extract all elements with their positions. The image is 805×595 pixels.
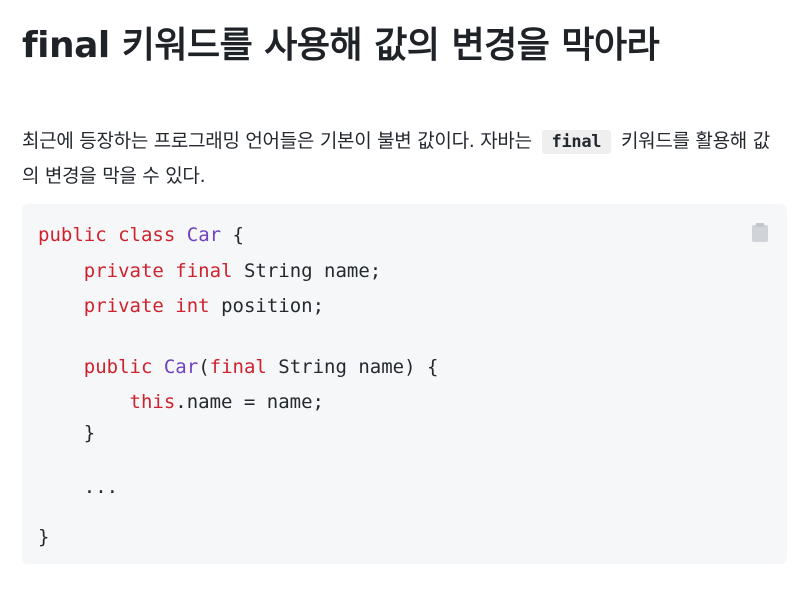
code-line: public Car(final String name) { xyxy=(38,354,439,380)
code-class-name: Car xyxy=(186,224,222,246)
paragraph: 최근에 등장하는 프로그래밍 언어들은 기본이 불변 값이다. 자바는 fina… xyxy=(22,124,782,194)
code-line: private final String name; xyxy=(38,258,381,284)
code-keyword: private xyxy=(83,260,164,282)
code-text: { xyxy=(232,224,244,246)
article: final 키워드를 사용해 값의 변경을 막아라 최근에 등장하는 프로그래밍… xyxy=(0,0,805,595)
code-keyword: private xyxy=(83,295,164,317)
code-text: String name; xyxy=(243,260,382,282)
code-keyword: final xyxy=(209,356,267,378)
code-line: } xyxy=(38,420,95,446)
code-line: this.name = name; xyxy=(38,389,324,415)
paragraph-text-before: 최근에 등장하는 프로그래밍 언어들은 기본이 불변 값이다. 자바는 xyxy=(22,130,532,152)
code-keyword: public xyxy=(83,356,153,378)
code-class-name: Car xyxy=(163,356,199,378)
code-line: private int position; xyxy=(38,293,324,319)
code-text: } xyxy=(38,526,50,548)
code-keyword: this xyxy=(129,391,176,413)
code-keyword: int xyxy=(175,295,210,317)
code-text: position; xyxy=(221,295,325,317)
page-title: final 키워드를 사용해 값의 변경을 막아라 xyxy=(22,25,660,66)
code-text: .name = name; xyxy=(175,391,324,413)
code-keyword: class xyxy=(118,224,176,246)
clipboard-icon[interactable] xyxy=(751,222,769,242)
code-text: ( xyxy=(198,356,210,378)
code-block: public class Car { private final String … xyxy=(22,204,787,564)
inline-code: final xyxy=(541,130,612,154)
code-line: ... xyxy=(38,474,118,500)
code-keyword: public xyxy=(38,224,107,246)
code-line: } xyxy=(38,524,49,550)
code-line: public class Car { xyxy=(38,222,244,248)
code-text: } xyxy=(83,422,96,444)
code-keyword: final xyxy=(175,260,233,282)
code-text: String name) { xyxy=(278,356,439,378)
code-text: ... xyxy=(83,476,119,498)
